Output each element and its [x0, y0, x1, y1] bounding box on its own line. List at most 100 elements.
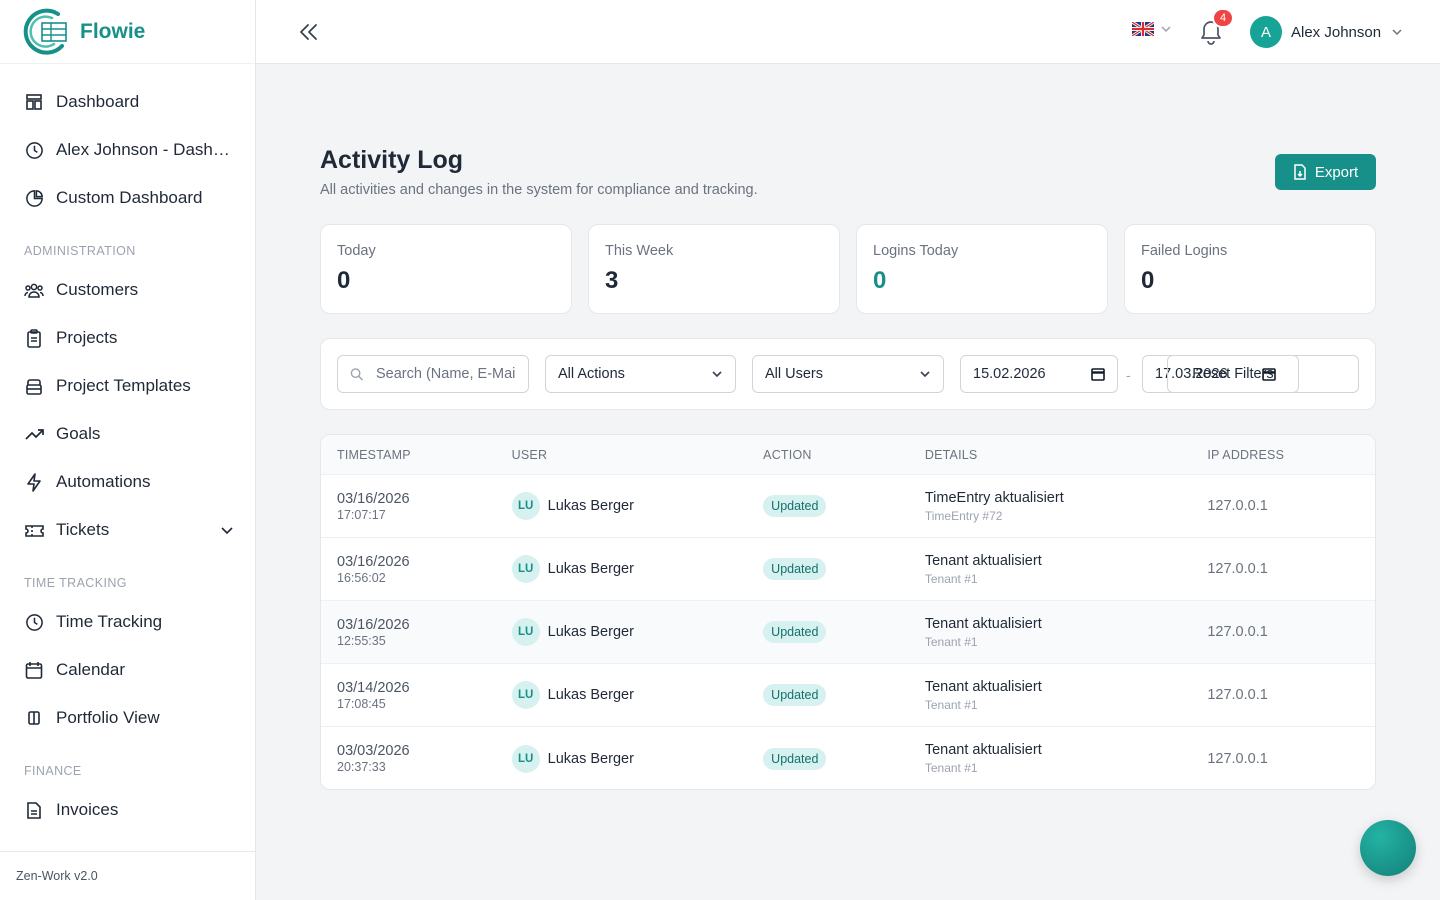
activity-table: TIMESTAMP USER ACTION DETAILS IP ADDRESS…: [320, 434, 1376, 790]
sidebar-item-custom-dashboard[interactable]: Custom Dashboard: [0, 174, 255, 222]
file-export-icon: [1294, 164, 1306, 180]
brand[interactable]: Flowie: [0, 0, 255, 64]
timestamp-date: 03/03/2026: [337, 743, 410, 759]
timestamp-date: 03/16/2026: [337, 616, 410, 633]
table-row[interactable]: 03/03/2026 20:37:33 LU Lukas Berger Update…: [321, 727, 1375, 789]
sidebar-item-calendar[interactable]: Calendar: [0, 646, 255, 694]
filter-bar: All Actions All Users 15.02.2026 - 17.03…: [320, 338, 1376, 410]
column-header[interactable]: DETAILS: [925, 448, 1207, 462]
timestamp-date: 03/14/2026: [337, 679, 410, 696]
users-select[interactable]: All Users: [752, 355, 944, 393]
detail-text: Tenant aktualisiert: [924, 552, 1042, 569]
sidebar-item-project-templates[interactable]: Project Templates: [0, 362, 255, 410]
sidebar-item-user-dashboard[interactable]: Alex Johnson - Dashboard: [0, 126, 255, 174]
sidebar-item-label: Custom Dashboard: [56, 188, 203, 207]
sidebar-item-invoices[interactable]: Invoices: [0, 786, 255, 834]
avatar: LU: [511, 681, 540, 709]
columns-icon: [24, 708, 44, 728]
column-header[interactable]: ACTION: [763, 448, 925, 462]
action-badge: Updated: [763, 495, 827, 517]
sidebar-item-dashboard[interactable]: Dashboard: [0, 78, 255, 126]
ip-address: 127.0.0.1: [1207, 498, 1268, 514]
top-header: 4 A Alex Johnson: [256, 0, 1440, 64]
template-icon: [24, 376, 44, 396]
user-name: Alex Johnson: [1291, 23, 1382, 41]
sidebar-item-automations[interactable]: Automations: [0, 458, 255, 506]
table-row[interactable]: 03/16/2026 16:56:02 LU Lukas Berger Update…: [321, 538, 1375, 601]
search-icon: [350, 367, 364, 381]
stat-label: Logins Today: [873, 243, 959, 259]
detail-text: TimeEntry aktualisiert: [924, 489, 1064, 506]
sidebar-item-projects[interactable]: Projects: [0, 314, 255, 362]
users-select-value: All Users: [765, 366, 824, 382]
sidebar-item-label: Tickets: [56, 520, 110, 539]
stat-card-today: Today 0: [320, 224, 572, 314]
timestamp-time: 17:08:45: [337, 696, 386, 711]
floating-action-button[interactable]: [1360, 820, 1416, 876]
chevron-down-icon[interactable]: [219, 522, 235, 538]
table-row[interactable]: 03/14/2026 17:08:45 LU Lukas Berger Update…: [321, 664, 1375, 727]
collapse-sidebar-icon[interactable]: [296, 20, 320, 44]
pie-chart-icon: [24, 188, 44, 208]
sidebar-item-label: Alex Johnson - Dashboard: [56, 140, 235, 159]
column-header[interactable]: IP ADDRESS: [1207, 448, 1375, 462]
sidebar-item-tickets[interactable]: Tickets: [0, 506, 255, 554]
detail-text: Tenant aktualisiert: [924, 742, 1042, 758]
sidebar-item-label: Time Tracking: [56, 612, 163, 631]
column-header[interactable]: TIMESTAMP: [321, 448, 512, 462]
column-header[interactable]: USER: [512, 448, 764, 462]
trending-up-icon: [24, 424, 44, 444]
ticket-icon: [24, 520, 44, 540]
table-row[interactable]: 03/16/2026 12:55:35 LU Lukas Berger Update…: [321, 601, 1375, 664]
action-badge: Updated: [763, 621, 827, 643]
section-time-tracking: TIME TRACKING: [24, 576, 127, 590]
export-button[interactable]: Export: [1275, 154, 1376, 190]
stat-card-failed-logins: Failed Logins 0: [1124, 224, 1376, 314]
page-title: Activity Log: [320, 146, 464, 174]
clipboard-icon: [24, 328, 44, 348]
section-finance: FINANCE: [24, 764, 82, 778]
date-from-input[interactable]: 15.02.2026: [960, 355, 1118, 393]
calendar-icon: [1091, 368, 1105, 381]
timestamp-time: 20:37:33: [337, 760, 386, 774]
chevron-down-icon: [1161, 26, 1171, 33]
avatar: LU: [511, 618, 540, 646]
sidebar-item-goals[interactable]: Goals: [0, 410, 255, 458]
detail-subtext: Tenant #1: [924, 697, 978, 712]
search-field[interactable]: [337, 355, 529, 393]
stat-label: This Week: [605, 243, 674, 259]
search-input[interactable]: [376, 366, 516, 382]
actions-select[interactable]: All Actions: [545, 355, 736, 393]
detail-subtext: Tenant #1: [924, 761, 978, 775]
chevron-down-icon: [712, 371, 722, 378]
stat-value: 0: [1141, 267, 1155, 294]
sidebar-item-label: Automations: [56, 472, 151, 491]
brand-name: Flowie: [80, 19, 146, 43]
reset-filters-button[interactable]: Reset Filters: [1167, 355, 1299, 393]
stat-card-logins-today: Logins Today 0: [856, 224, 1108, 314]
detail-subtext: TimeEntry #72: [924, 508, 1003, 523]
dashboard-icon: [24, 92, 44, 112]
sidebar-footer: Zen-Work v2.0: [0, 851, 255, 900]
main-content: Activity Log All activities and changes …: [256, 64, 1440, 900]
language-selector[interactable]: [1132, 22, 1172, 36]
chevron-down-icon: [1392, 29, 1402, 36]
detail-text: Tenant aktualisiert: [924, 615, 1042, 632]
sidebar-item-portfolio-view[interactable]: Portfolio View: [0, 694, 255, 742]
document-icon: [24, 800, 44, 820]
user-name: Lukas Berger: [547, 687, 634, 703]
sidebar-item-label: Calendar: [56, 660, 125, 679]
detail-subtext: Tenant #1: [924, 571, 978, 586]
user-menu[interactable]: A Alex Johnson: [1250, 16, 1403, 48]
table-row[interactable]: 03/16/2026 17:07:17 LU Lukas Berger Update…: [321, 475, 1375, 538]
sidebar-item-label: Project Templates: [56, 376, 191, 395]
user-name: Lukas Berger: [547, 561, 634, 577]
sidebar-item-label: Customers: [56, 280, 139, 299]
stat-value: 0: [337, 267, 351, 294]
sidebar-item-time-tracking[interactable]: Time Tracking: [0, 598, 255, 646]
avatar: A: [1250, 16, 1282, 48]
sidebar-item-label: Portfolio View: [56, 708, 160, 727]
action-badge: Updated: [763, 747, 827, 770]
sidebar-item-customers[interactable]: Customers: [0, 266, 255, 314]
uk-flag-icon: [1132, 22, 1154, 36]
